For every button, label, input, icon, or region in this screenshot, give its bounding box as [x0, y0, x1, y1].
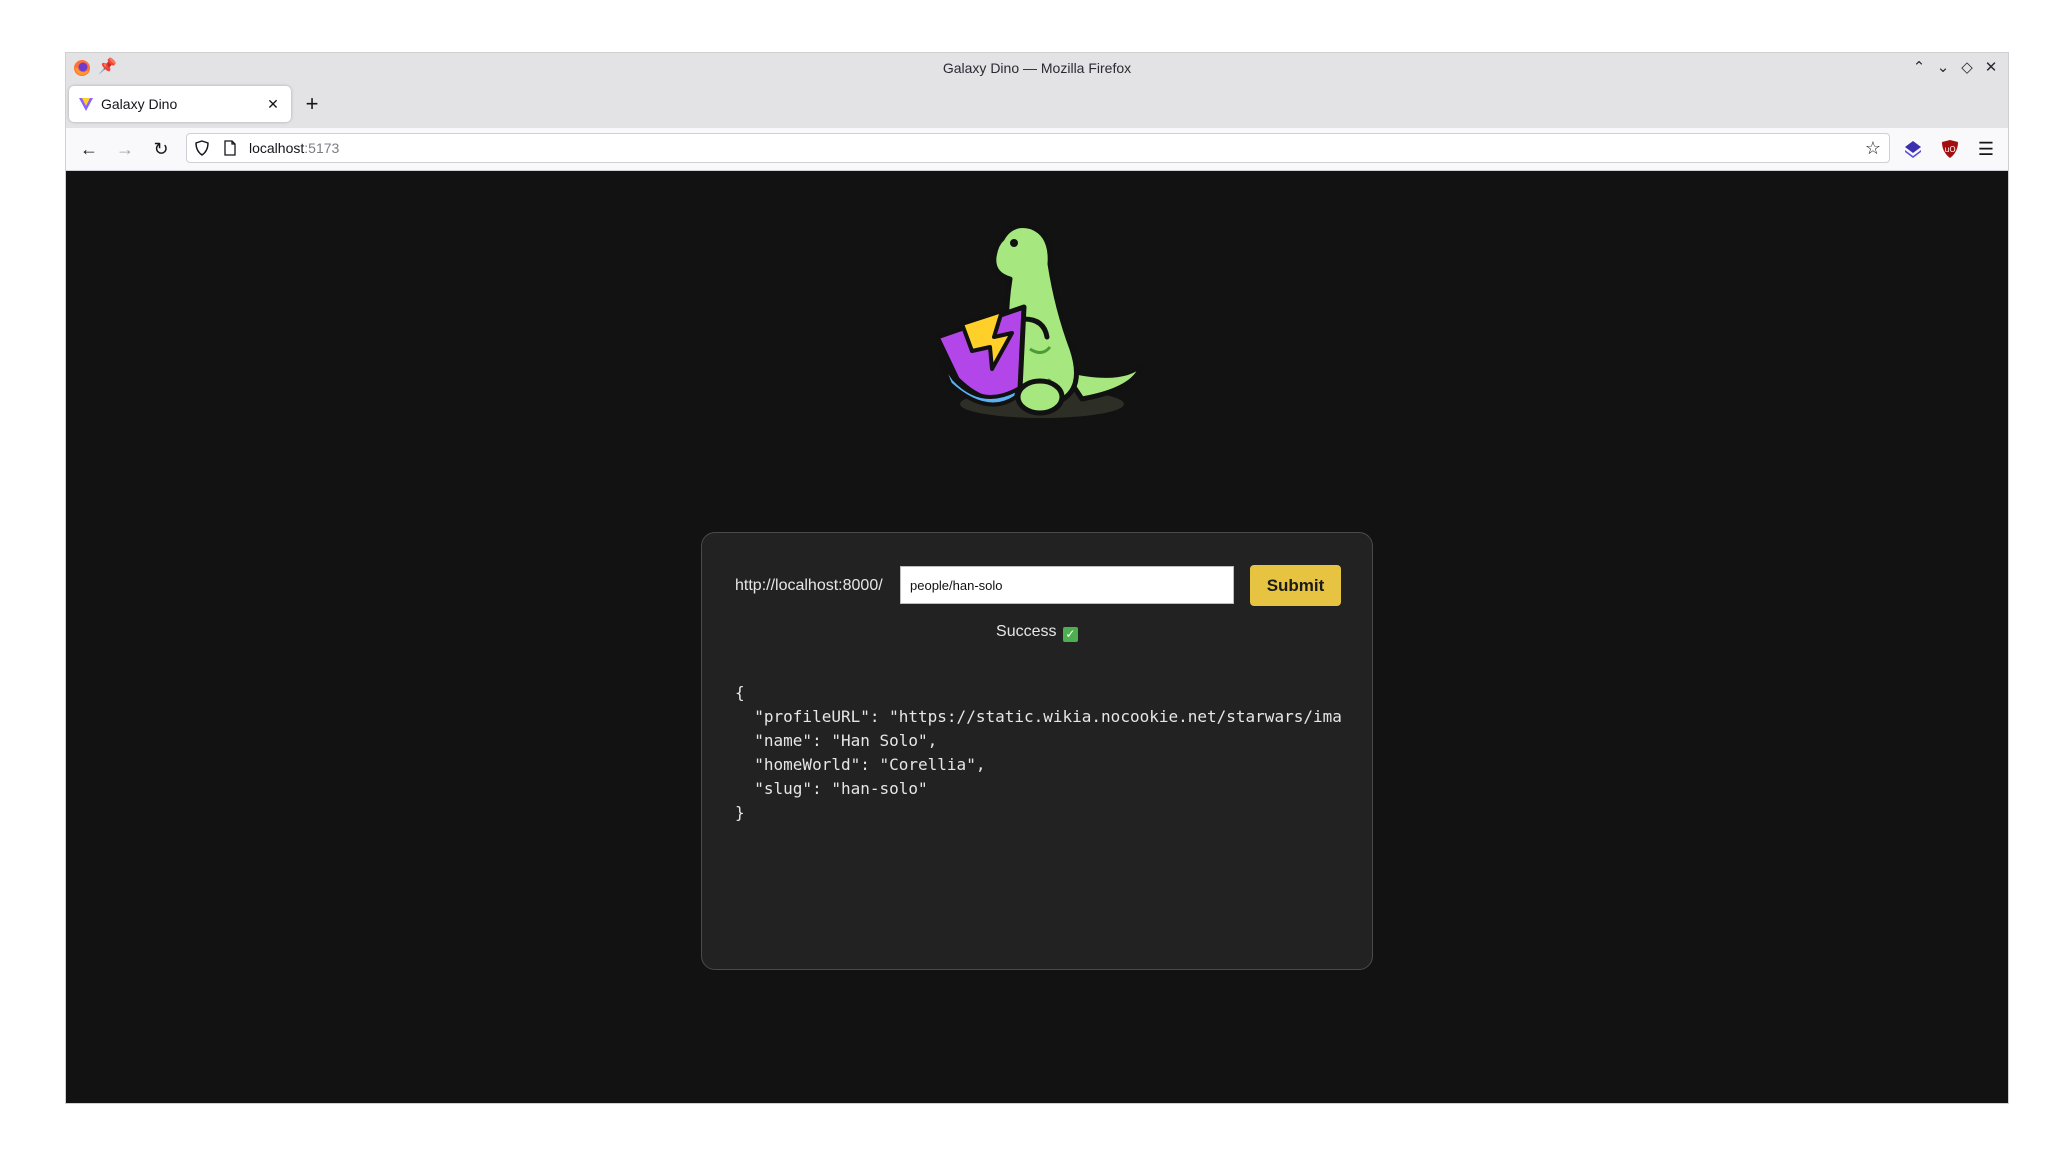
- base-url-label: http://localhost:8000/: [735, 577, 883, 594]
- url-bar[interactable]: localhost:5173 ☆: [186, 133, 1890, 163]
- close-window-icon[interactable]: ✕: [1980, 56, 2002, 80]
- hamburger-menu-icon[interactable]: ☰: [1972, 135, 2000, 163]
- tab-strip: Galaxy Dino ✕ +: [66, 83, 2008, 128]
- forward-button[interactable]: →: [111, 135, 139, 163]
- url-port: :5173: [304, 140, 340, 156]
- status-message: Success ✓: [702, 623, 1372, 642]
- window-title: Galaxy Dino — Mozilla Firefox: [942, 60, 1132, 76]
- submit-button[interactable]: Submit: [1250, 565, 1341, 606]
- new-tab-button[interactable]: +: [299, 91, 325, 117]
- url-text: localhost:5173: [249, 134, 339, 162]
- page-info-icon[interactable]: [222, 140, 238, 156]
- minimize-icon[interactable]: ⌄: [1932, 56, 1954, 80]
- extension-stack-icon[interactable]: [1902, 138, 1924, 160]
- tab-galaxy-dino[interactable]: Galaxy Dino ✕: [69, 86, 291, 122]
- url-host: localhost: [249, 140, 305, 156]
- window-shade-icon[interactable]: ⌃: [1908, 56, 1930, 80]
- navigation-bar: ← → ↻ localhost:5173 ☆ uO ☰: [66, 128, 2008, 171]
- title-bar: 📌 Galaxy Dino — Mozilla Firefox ⌃ ⌄ ◇ ✕: [66, 53, 2008, 83]
- status-text: Success: [996, 623, 1057, 640]
- browser-window: 📌 Galaxy Dino — Mozilla Firefox ⌃ ⌄ ◇ ✕ …: [66, 53, 2008, 1103]
- dino-logo: [934, 223, 1145, 418]
- page-content: http://localhost:8000/ Submit Success ✓ …: [66, 171, 2008, 1103]
- tracking-shield-icon[interactable]: [194, 140, 210, 156]
- tab-close-icon[interactable]: ✕: [263, 94, 283, 114]
- request-card: http://localhost:8000/ Submit Success ✓ …: [701, 532, 1373, 970]
- svg-text:uO: uO: [1944, 145, 1955, 154]
- json-response: { "profileURL": "https://static.wikia.no…: [735, 683, 1341, 822]
- bookmark-star-icon[interactable]: ☆: [1863, 138, 1883, 158]
- maximize-icon[interactable]: ◇: [1956, 56, 1978, 80]
- path-input[interactable]: [900, 566, 1234, 604]
- back-button[interactable]: ←: [75, 135, 103, 163]
- check-mark-icon: ✓: [1062, 627, 1078, 642]
- vite-favicon-icon: [79, 98, 93, 111]
- reload-button[interactable]: ↻: [147, 135, 175, 163]
- tab-label: Galaxy Dino: [101, 96, 178, 112]
- ublock-origin-icon[interactable]: uO: [1939, 138, 1961, 160]
